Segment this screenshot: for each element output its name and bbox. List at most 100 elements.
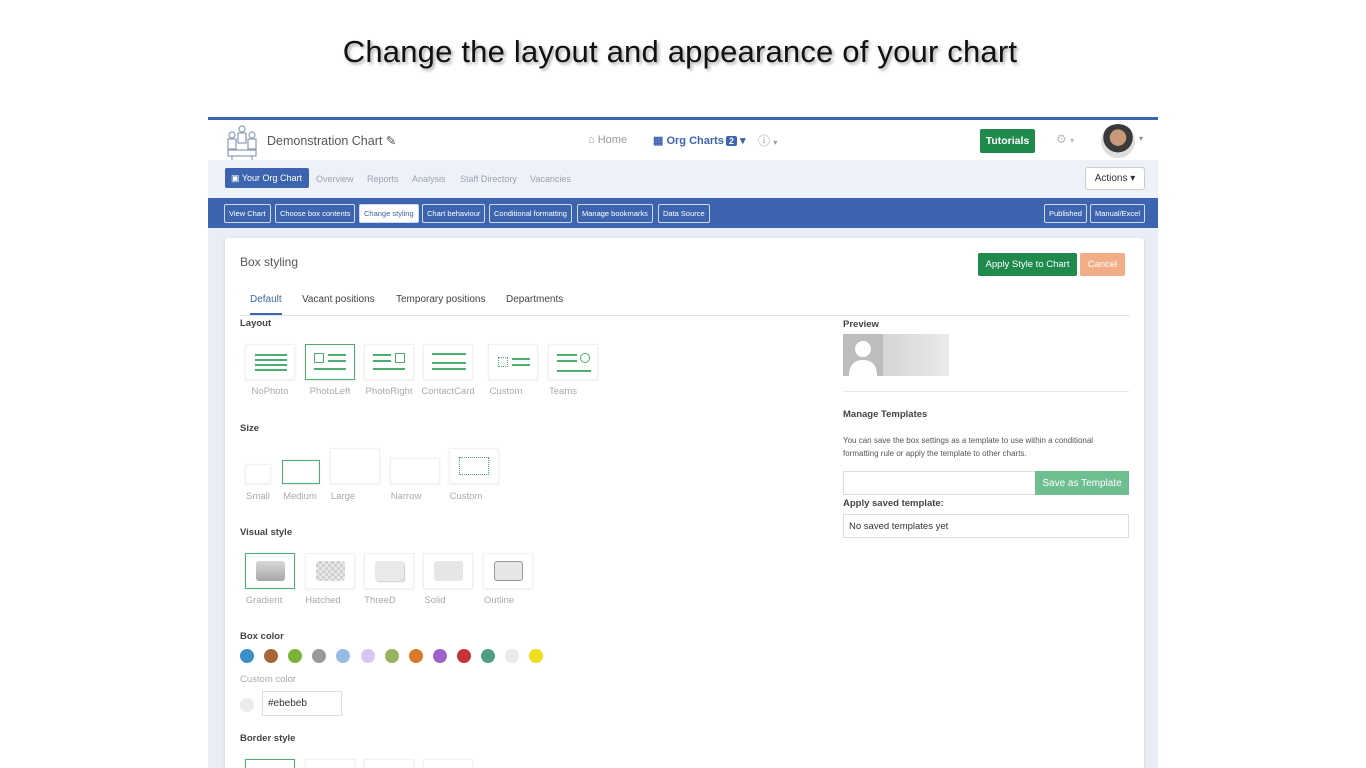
- style-option-solid[interactable]: [423, 553, 473, 589]
- layout-label-photoleft: PhotoLeft: [309, 386, 351, 397]
- style-option-hatched[interactable]: [305, 553, 355, 589]
- style-option-gradient[interactable]: [245, 553, 295, 589]
- tab-reports[interactable]: Reports: [367, 174, 399, 184]
- subnav-choose-box-contents[interactable]: Choose box contents: [275, 204, 356, 223]
- color-swatch[interactable]: [481, 649, 495, 663]
- color-swatch[interactable]: [312, 649, 327, 663]
- size-option-small[interactable]: [245, 464, 271, 484]
- layout-option-contactcard[interactable]: [423, 344, 473, 380]
- subnav-chart-behaviour[interactable]: Chart behaviour: [422, 204, 486, 223]
- layout-label: Layout: [240, 318, 272, 329]
- border-option-1[interactable]: [245, 759, 295, 768]
- saved-template-select[interactable]: No saved templates yet: [843, 514, 1129, 538]
- tab-analysis[interactable]: Analysis: [412, 174, 446, 184]
- actions-dropdown[interactable]: Actions ▾: [1085, 167, 1145, 190]
- size-label: Size: [240, 423, 260, 434]
- cancel-button[interactable]: Cancel: [1080, 253, 1125, 276]
- person-placeholder-icon: [843, 334, 883, 376]
- size-option-custom[interactable]: [449, 448, 499, 484]
- style-option-threed[interactable]: [364, 553, 414, 589]
- divider: [843, 391, 1129, 392]
- subtab-vacant-positions[interactable]: Vacant positions: [302, 294, 375, 305]
- style-label-solid: Solid: [424, 595, 446, 606]
- color-swatch[interactable]: [240, 649, 254, 663]
- style-option-outline[interactable]: [483, 553, 533, 589]
- gear-icon: ⚙: [1056, 132, 1067, 146]
- color-swatch[interactable]: [529, 649, 544, 663]
- nav-org-charts[interactable]: ▦ Org Charts 2 ▾: [653, 134, 746, 147]
- color-swatch[interactable]: [288, 649, 303, 663]
- layout-option-photoleft[interactable]: [305, 344, 355, 380]
- published-button[interactable]: Published: [1044, 204, 1087, 223]
- border-option-4[interactable]: [423, 759, 473, 768]
- subnav-data-source[interactable]: Data Source: [658, 204, 710, 223]
- tutorials-button[interactable]: Tutorials: [980, 129, 1035, 153]
- box-styling-card: Box styling Apply Style to Chart Cancel …: [225, 238, 1144, 768]
- size-option-large[interactable]: [330, 448, 380, 484]
- layout-label-teams: Teams: [549, 386, 577, 397]
- size-label-large: Large: [330, 491, 356, 502]
- color-swatch[interactable]: [336, 649, 351, 663]
- layout-label-photoright: PhotoRight: [365, 386, 413, 397]
- chevron-down-icon: ▾: [740, 135, 746, 147]
- layout-label-nophoto: NoPhoto: [251, 386, 289, 397]
- template-name-input[interactable]: [843, 471, 1036, 495]
- top-navbar: Demonstration Chart ✎ ⌂ Home ▦ Org Chart…: [208, 120, 1158, 160]
- color-swatch[interactable]: [360, 649, 375, 663]
- chevron-down-icon: ▾: [773, 138, 778, 147]
- manual-excel-button[interactable]: Manual/Excel: [1090, 204, 1146, 223]
- subtab-default[interactable]: Default: [250, 294, 282, 315]
- styling-subnav: View Chart Choose box contents Change st…: [208, 198, 1158, 228]
- chevron-down-icon: ▾: [1130, 173, 1136, 184]
- size-option-medium[interactable]: [282, 460, 320, 484]
- subnav-manage-bookmarks[interactable]: Manage bookmarks: [577, 204, 653, 223]
- size-label-narrow: Narrow: [390, 491, 422, 502]
- border-option-2[interactable]: [305, 759, 355, 768]
- card-title: Box styling: [240, 255, 299, 269]
- layout-option-photoright[interactable]: [364, 344, 414, 380]
- apply-style-button[interactable]: Apply Style to Chart: [978, 253, 1077, 276]
- save-as-template-button[interactable]: Save as Template: [1035, 471, 1129, 495]
- manage-templates-label: Manage Templates: [843, 409, 928, 420]
- custom-color-preview[interactable]: [240, 698, 254, 712]
- grid-icon: ▦: [653, 135, 664, 147]
- style-label-outline: Outline: [483, 595, 515, 606]
- color-swatch[interactable]: [456, 649, 471, 663]
- tab-staff-directory[interactable]: Staff Directory: [460, 174, 517, 184]
- color-swatch[interactable]: [264, 649, 279, 663]
- settings-menu[interactable]: ⚙ ▾: [1056, 132, 1074, 146]
- chevron-down-icon[interactable]: ▾: [1139, 134, 1143, 143]
- chart-title[interactable]: Demonstration Chart ✎: [267, 133, 396, 148]
- manage-templates-description: You can save the box settings as a templ…: [843, 436, 1094, 458]
- layout-label-contactcard: ContactCard: [421, 386, 475, 397]
- help-menu[interactable]: ⓘ ▾: [758, 132, 777, 149]
- color-swatch[interactable]: [505, 649, 520, 663]
- size-label-custom: Custom: [449, 491, 483, 502]
- size-option-narrow[interactable]: [390, 458, 440, 484]
- border-option-3[interactable]: [364, 759, 414, 768]
- color-swatch[interactable]: [408, 649, 423, 663]
- style-label-threed: ThreeD: [364, 595, 396, 606]
- subtab-departments[interactable]: Departments: [506, 294, 563, 305]
- color-swatch[interactable]: [432, 649, 447, 663]
- subnav-change-styling[interactable]: Change styling: [359, 204, 419, 223]
- tab-vacancies[interactable]: Vacancies: [530, 174, 571, 184]
- custom-color-input[interactable]: [262, 691, 342, 716]
- layout-option-teams[interactable]: [548, 344, 598, 380]
- layout-option-custom[interactable]: [488, 344, 538, 380]
- layout-option-nophoto[interactable]: [245, 344, 295, 380]
- tab-your-org-chart[interactable]: ▣ Your Org Chart: [225, 168, 309, 188]
- user-avatar[interactable]: [1101, 124, 1135, 158]
- nav-home[interactable]: ⌂ Home: [588, 134, 627, 146]
- subnav-conditional-formatting[interactable]: Conditional formatting: [489, 204, 572, 223]
- main-tabs: ▣ Your Org Chart Overview Reports Analys…: [208, 160, 1158, 198]
- subtab-temporary-positions[interactable]: Temporary positions: [396, 294, 485, 305]
- id-card-icon: ▣: [231, 173, 240, 183]
- subnav-view-chart[interactable]: View Chart: [224, 204, 271, 223]
- apply-saved-template-label: Apply saved template:: [843, 498, 944, 509]
- pencil-icon[interactable]: ✎: [386, 134, 396, 148]
- tab-overview[interactable]: Overview: [316, 174, 354, 184]
- color-swatch[interactable]: [384, 649, 399, 663]
- chevron-down-icon: ▾: [1070, 136, 1075, 145]
- app-window: Demonstration Chart ✎ ⌂ Home ▦ Org Chart…: [208, 117, 1158, 768]
